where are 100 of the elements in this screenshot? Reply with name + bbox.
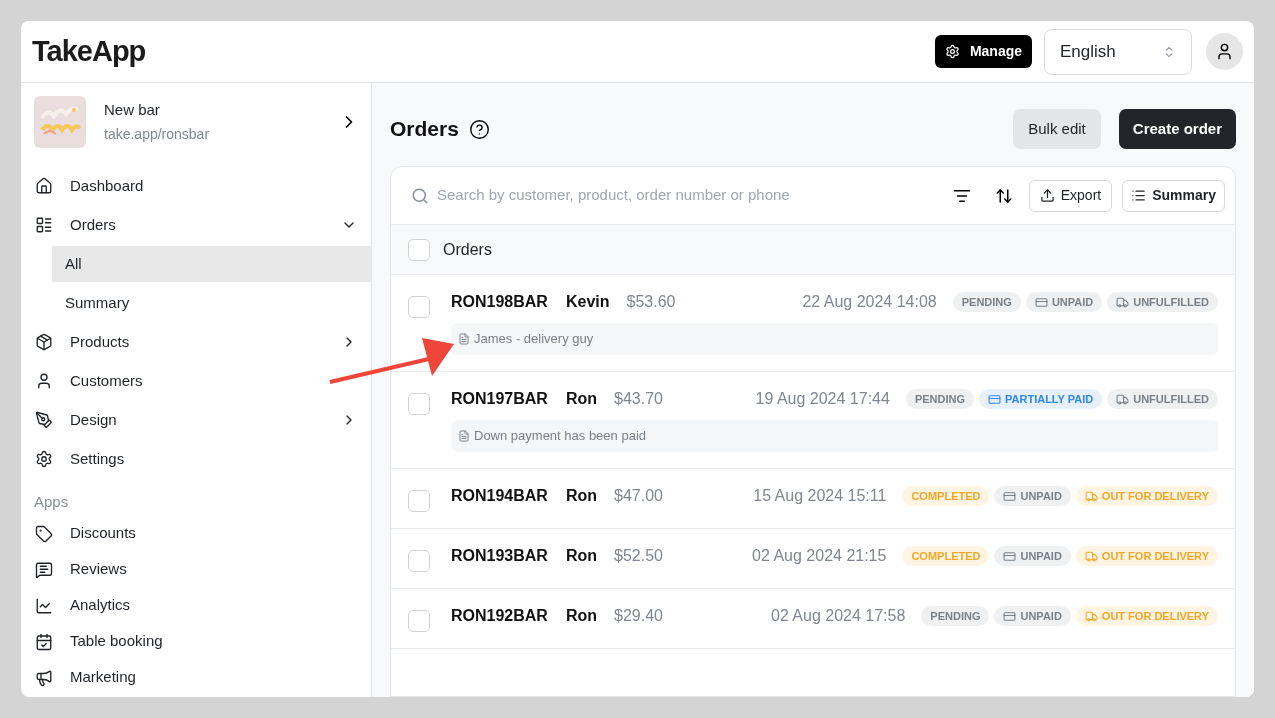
status-badge: UNFULFILLED	[1107, 389, 1218, 409]
sidebar-item[interactable]: Customers	[21, 363, 371, 399]
card-icon	[1003, 609, 1017, 623]
order-date: 22 Aug 2024 14:08	[802, 292, 937, 312]
truck-icon	[1116, 295, 1130, 309]
status-badge: OUT FOR DELIVERY	[1075, 546, 1218, 566]
checkbox[interactable]	[408, 490, 430, 512]
box-icon	[35, 333, 53, 351]
customer-name: Kevin	[565, 292, 610, 312]
manage-button[interactable]: Manage	[934, 35, 1032, 68]
page-title: Orders	[390, 116, 459, 143]
summary-button[interactable]: Summary	[1122, 179, 1225, 212]
status-badge: COMPLETED	[902, 486, 990, 506]
pen-icon	[35, 411, 53, 429]
order-number[interactable]: RON194BAR	[451, 484, 548, 508]
card-icon	[1003, 549, 1017, 563]
status-badge: COMPLETED	[902, 546, 990, 566]
checkbox[interactable]	[408, 296, 430, 318]
sidebar-item[interactable]: Settings	[21, 441, 371, 477]
sidebar-item[interactable]: Dashboard	[21, 168, 371, 204]
status-badge: UNPAID	[994, 486, 1071, 506]
note-icon	[458, 430, 470, 442]
order-date: 02 Aug 2024 17:58	[771, 606, 906, 626]
card-icon	[988, 392, 1001, 406]
status-badge: PENDING	[952, 292, 1021, 312]
order-total: $29.40	[614, 606, 663, 626]
status-badge: UNFULFILLED	[1107, 292, 1218, 312]
store-switcher[interactable]: New bar take.app/ronsbar	[21, 96, 371, 148]
card-icon	[1003, 489, 1017, 503]
status-badge: OUT FOR DELIVERY	[1075, 606, 1218, 626]
status-badge: UNPAID	[994, 606, 1071, 626]
sidebar-item[interactable]: Table booking	[21, 623, 371, 660]
sidebar-item[interactable]: Design	[21, 402, 371, 438]
checkbox[interactable]	[408, 393, 430, 415]
customer-name: Ron	[565, 606, 598, 626]
user-icon	[35, 372, 53, 390]
status-badge: PENDING	[921, 606, 990, 626]
store-name: New bar	[104, 100, 161, 121]
sidebar-item[interactable]: Discounts	[21, 515, 371, 552]
section-label: Apps	[33, 492, 70, 512]
sidebar-subitem[interactable]: Summary	[52, 285, 371, 321]
customer-name: Ron	[565, 486, 598, 506]
user-icon	[1215, 42, 1234, 61]
search-icon	[411, 186, 429, 205]
status-badge: PENDING	[905, 389, 974, 409]
account-button[interactable]	[1206, 33, 1243, 70]
settings-icon	[944, 44, 960, 59]
status-badge: UNPAID	[994, 546, 1071, 566]
checkbox[interactable]	[408, 610, 430, 632]
search-field[interactable]: Search by customer, product, order number or phone	[437, 184, 931, 207]
order-total: $53.60	[626, 292, 676, 312]
order-number[interactable]: RON192BAR	[451, 604, 548, 628]
sidebar-item[interactable]: Orders	[21, 207, 371, 243]
store-url: take.app/ronsbar	[104, 124, 211, 144]
status-badge: UNPAID	[1025, 292, 1103, 312]
sidebar-item[interactable]: Analytics	[21, 587, 371, 624]
megaphone-icon	[35, 668, 53, 687]
order-total: $43.70	[614, 389, 663, 409]
truck-icon	[1084, 549, 1098, 563]
customer-name: Ron	[565, 389, 598, 409]
settings-icon	[35, 450, 53, 468]
upload-icon	[1039, 188, 1055, 203]
card-icon	[1034, 295, 1048, 309]
list-icon	[35, 216, 53, 234]
checkbox[interactable]	[408, 238, 430, 261]
column-header: Orders	[443, 239, 492, 260]
create-order-button[interactable]: Create order	[1118, 109, 1236, 149]
status-badge: OUT FOR DELIVERY	[1075, 486, 1218, 506]
truck-icon	[1116, 392, 1130, 406]
bulk-edit-button[interactable]: Bulk edit	[1013, 109, 1101, 149]
checkbox[interactable]	[408, 550, 430, 572]
truck-icon	[1084, 609, 1098, 623]
order-date: 15 Aug 2024 15:11	[753, 486, 887, 506]
chart-icon	[35, 596, 53, 615]
order-date: 02 Aug 2024 21:15	[752, 546, 887, 566]
sidebar-item[interactable]: Marketing	[21, 659, 371, 696]
truck-icon	[1084, 489, 1098, 503]
order-total: $52.50	[614, 546, 663, 566]
logo: TakeApp	[32, 33, 146, 69]
sidebar-subitem[interactable]: All	[52, 246, 371, 282]
calendar-icon	[35, 632, 53, 651]
language-select[interactable]: English	[1044, 28, 1192, 75]
order-number[interactable]: RON197BAR	[451, 387, 548, 411]
order-number[interactable]: RON193BAR	[451, 544, 548, 568]
sidebar-item[interactable]: Reviews	[21, 551, 371, 588]
export-button[interactable]: Export	[1028, 179, 1113, 212]
help-icon[interactable]	[468, 118, 490, 140]
sort-icon[interactable]	[994, 186, 1013, 205]
home-icon	[35, 177, 53, 195]
tag-icon	[35, 524, 53, 543]
order-date: 19 Aug 2024 17:44	[755, 389, 890, 409]
note-text: James - delivery guy	[474, 330, 594, 349]
order-number[interactable]: RON198BAR	[451, 290, 548, 314]
status-badge: PARTIALLY PAID	[979, 389, 1103, 409]
note-icon	[458, 333, 470, 345]
customer-name: Ron	[565, 546, 598, 566]
note-text: Down payment has been paid	[474, 427, 646, 446]
order-total: $47.00	[614, 486, 663, 506]
message-icon	[35, 560, 53, 579]
sidebar-item[interactable]: Products	[21, 324, 371, 360]
